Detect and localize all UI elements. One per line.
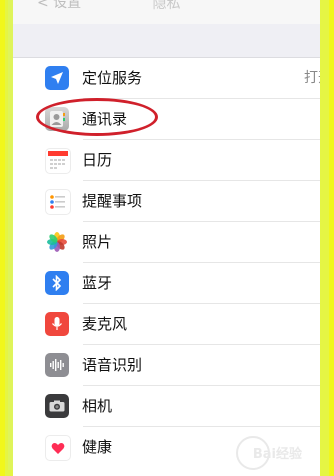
item-label: 相机	[82, 397, 113, 415]
item-label: 日历	[82, 151, 113, 169]
reminders-icon	[45, 189, 71, 215]
highlight-circle	[36, 98, 158, 136]
item-detail: 打开	[304, 70, 320, 86]
camera-icon	[45, 394, 69, 418]
list-item-reminders[interactable]: 提醒事项	[13, 181, 320, 222]
photos-icon	[45, 230, 69, 254]
bluetooth-icon	[45, 271, 69, 295]
list-item-photos[interactable]: 照片	[13, 222, 320, 263]
list-item-speech-recognition[interactable]: 语音识别	[13, 345, 320, 386]
speech-recognition-icon	[45, 353, 69, 377]
navigation-bar: < 设置 隐私	[13, 0, 320, 24]
list-item-location-services[interactable]: 定位服务 打开	[13, 58, 320, 99]
microphone-icon	[45, 312, 69, 336]
item-label: 照片	[82, 233, 113, 251]
location-arrow-icon	[45, 66, 69, 90]
list-item-camera[interactable]: 相机	[13, 386, 320, 427]
list-item-microphone[interactable]: 麦克风	[13, 304, 320, 345]
item-label: 定位服务	[82, 69, 143, 87]
calendar-icon	[45, 148, 71, 174]
item-label: 麦克风	[82, 315, 128, 333]
settings-screen: < 设置 隐私 定位服务 打开 通讯录	[13, 0, 320, 476]
item-label: 提醒事项	[82, 192, 143, 210]
list-item-calendar[interactable]: 日历	[13, 140, 320, 181]
health-icon	[45, 435, 71, 461]
watermark-text: Bai经验	[252, 447, 302, 462]
item-label: 蓝牙	[82, 274, 113, 292]
list-item-bluetooth[interactable]: 蓝牙	[13, 263, 320, 304]
page-title: 隐私	[152, 0, 181, 12]
item-label: 健康	[82, 438, 113, 456]
item-label: 语音识别	[82, 356, 143, 374]
section-header-band	[13, 24, 320, 58]
